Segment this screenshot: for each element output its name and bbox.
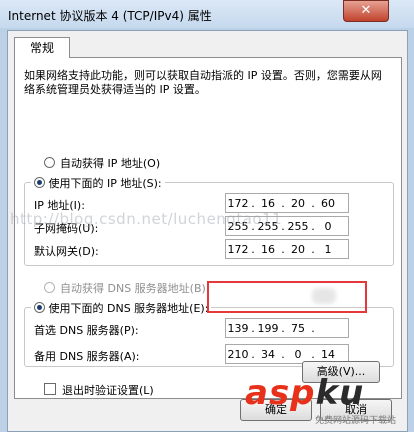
site-logo: aspku 免费网站源码下载站: [245, 373, 396, 426]
close-icon: ✕: [360, 3, 372, 18]
tab-general[interactable]: 常规: [14, 37, 70, 58]
manual-dns-radio[interactable]: [34, 302, 45, 313]
logo-subtitle: 免费网站源码下载站: [315, 416, 397, 426]
manual-dns-option[interactable]: 使用下面的 DNS 服务器地址(E):: [31, 300, 212, 316]
logo-main-text: asp: [245, 373, 316, 413]
auto-dns-radio[interactable]: [44, 282, 55, 293]
octet: 20: [291, 196, 305, 210]
title-bar: Internet 协议版本 4 (TCP/IPv4) 属性 ✕: [0, 0, 414, 28]
octet: 0: [324, 219, 332, 233]
manual-ip-option[interactable]: 使用下面的 IP 地址(S):: [31, 175, 165, 191]
gateway-label: 默认网关(D):: [34, 245, 99, 258]
octet: 255: [287, 219, 309, 233]
octet: 16: [261, 196, 275, 210]
octet: 172: [227, 196, 249, 210]
close-button[interactable]: ✕: [343, 0, 389, 22]
gateway-field[interactable]: 172. 16. 20. 1: [225, 239, 349, 259]
tab-label: 常规: [29, 41, 54, 55]
octet: 75: [291, 321, 305, 335]
manual-dns-label[interactable]: 使用下面的 DNS 服务器地址(E):: [49, 302, 209, 315]
octet: 210: [227, 347, 249, 361]
preferred-dns-field[interactable]: 139. 199. 75.: [225, 318, 349, 338]
window-title: Internet 协议版本 4 (TCP/IPv4) 属性: [8, 9, 212, 23]
dialog-client: 常规 如果网络支持此功能，则可以获取自动指派的 IP 设置。否则，您需要从网络系…: [7, 30, 408, 432]
octet: 199: [257, 321, 279, 335]
highlight-box: [207, 281, 367, 313]
octet: 0: [294, 347, 302, 361]
auto-dns-label[interactable]: 自动获得 DNS 服务器地址(B): [60, 280, 206, 296]
octet: 20: [291, 242, 305, 256]
octet: 34: [261, 347, 275, 361]
octet: 172: [227, 242, 249, 256]
octet: 14: [321, 347, 335, 361]
logo-accent-text: ku: [315, 373, 365, 413]
preferred-dns-label: 首选 DNS 服务器(P):: [34, 324, 139, 337]
octet: 1: [324, 242, 332, 256]
alternate-dns-label: 备用 DNS 服务器(A):: [34, 350, 140, 363]
manual-ip-radio[interactable]: [34, 177, 45, 188]
validate-label[interactable]: 退出时验证设置(L): [62, 382, 154, 398]
description-text: 如果网络支持此功能，则可以获取自动指派的 IP 设置。否则，您需要从网络系统管理…: [24, 69, 382, 96]
watermark-text: http://blog.csdn.net/luchengtao11: [10, 210, 283, 228]
validate-checkbox[interactable]: [44, 383, 56, 395]
octet: 60: [321, 196, 335, 210]
auto-ip-radio[interactable]: [44, 157, 55, 168]
octet: 16: [261, 242, 275, 256]
general-panel: 如果网络支持此功能，则可以获取自动指派的 IP 设置。否则，您需要从网络系统管理…: [14, 57, 402, 399]
manual-ip-label[interactable]: 使用下面的 IP 地址(S):: [49, 177, 162, 190]
auto-ip-label[interactable]: 自动获得 IP 地址(O): [60, 155, 160, 171]
octet: 139: [227, 321, 249, 335]
octet-dot: .: [311, 321, 315, 335]
